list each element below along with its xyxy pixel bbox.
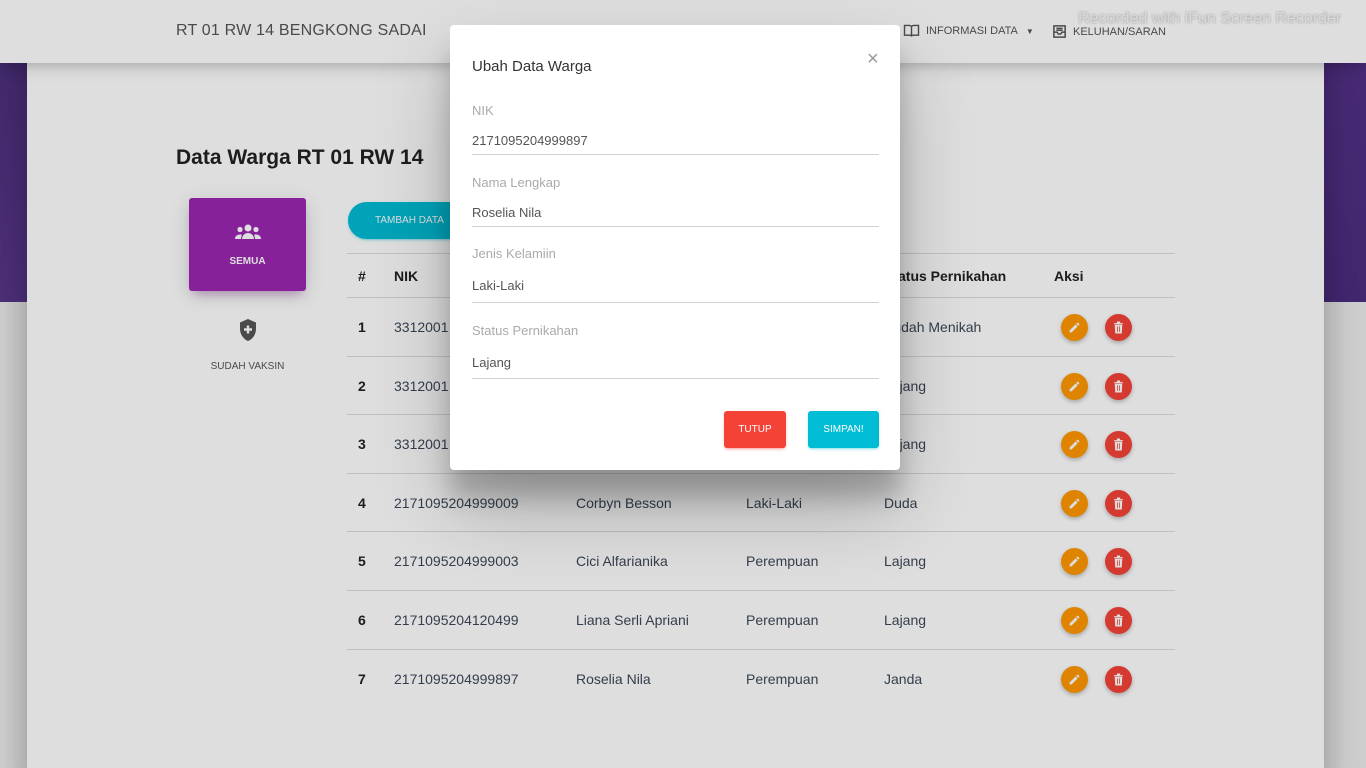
field-nik-value[interactable]: 2171095204999897 — [472, 133, 588, 148]
field-status-pernikahan[interactable]: Status Pernikahan Lajang — [472, 323, 879, 379]
field-nama-label: Nama Lengkap — [472, 175, 561, 190]
save-button[interactable]: SIMPAN! — [808, 411, 879, 448]
field-status-label: Status Pernikahan — [472, 323, 579, 338]
field-status-underline — [472, 378, 879, 379]
field-nama-value[interactable]: Roselia Nila — [472, 205, 541, 220]
field-jenis-kelamin[interactable]: Jenis Kelamiin Laki-Laki — [472, 246, 879, 303]
close-icon[interactable]: × — [867, 49, 879, 69]
edit-warga-modal: Ubah Data Warga × NIK 2171095204999897 N… — [450, 25, 900, 470]
field-status-value[interactable]: Lajang — [472, 355, 511, 370]
modal-title: Ubah Data Warga — [472, 58, 592, 75]
field-nik-label: NIK — [472, 103, 494, 118]
field-jk-underline — [472, 302, 879, 303]
field-jk-label: Jenis Kelamiin — [472, 246, 556, 261]
field-nik[interactable]: NIK 2171095204999897 — [472, 103, 879, 155]
field-nama-underline — [472, 226, 879, 227]
field-nama-lengkap[interactable]: Nama Lengkap Roselia Nila — [472, 175, 879, 227]
close-button[interactable]: TUTUP — [724, 411, 786, 448]
field-nik-underline — [472, 154, 879, 155]
field-jk-value[interactable]: Laki-Laki — [472, 278, 524, 293]
